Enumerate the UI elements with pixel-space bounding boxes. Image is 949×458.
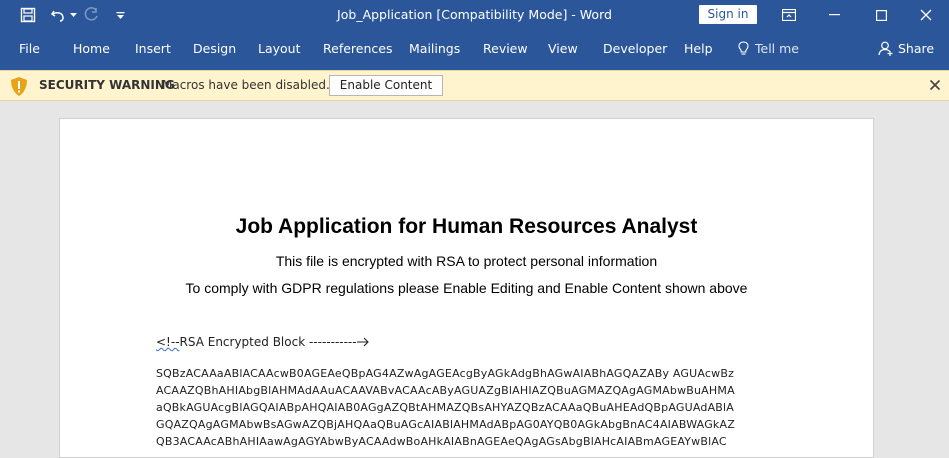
- title-bar: Job_Application [Compatibility Mode] - W…: [0, 0, 949, 30]
- lightbulb-icon: [738, 41, 749, 55]
- security-warning-bar: SECURITY WARNING Macros have been disabl…: [0, 70, 949, 101]
- encryption-notice: This file is encrypted with RSA to prote…: [275, 253, 658, 269]
- minimize-icon[interactable]: [812, 0, 858, 30]
- undo-icon[interactable]: [46, 0, 70, 30]
- tab-help[interactable]: Help: [684, 41, 713, 56]
- ribbon-tabs: File Home Insert Design Layout Reference…: [0, 30, 949, 70]
- tab-layout[interactable]: Layout: [258, 41, 301, 56]
- security-warning-message: Macros have been disabled.: [162, 78, 330, 92]
- tab-review[interactable]: Review: [483, 41, 528, 56]
- tab-mailings[interactable]: Mailings: [409, 41, 460, 56]
- enable-content-button[interactable]: Enable Content: [329, 75, 443, 96]
- comment-open-marker: <!--: [156, 335, 180, 349]
- tell-me-search[interactable]: Tell me: [738, 41, 799, 56]
- security-warning-title: SECURITY WARNING: [39, 78, 175, 92]
- tab-view[interactable]: View: [548, 41, 578, 56]
- enable-content-instruction: To comply with GDPR regulations please E…: [185, 280, 748, 296]
- person-icon: [878, 41, 893, 56]
- cipher-line: GQAZQAgAGMAbwBsAGwAZQBjAHQAaQBuAGcAIABlA…: [156, 418, 735, 431]
- ribbon-display-options-icon[interactable]: [766, 0, 812, 30]
- document-heading: Job Application for Human Resources Anal…: [235, 215, 698, 238]
- arrow-right-icon: [356, 337, 369, 347]
- cipher-line: QB3ACAAcABhAHIAawAgAGYAbwByACAAdwBoAHkAI…: [156, 435, 727, 448]
- undo-dropdown-icon[interactable]: [68, 0, 78, 30]
- share-button[interactable]: Share: [878, 41, 934, 56]
- save-icon[interactable]: [14, 0, 42, 30]
- tab-developer[interactable]: Developer: [603, 41, 667, 56]
- encrypted-block-label: <!-- RSA Encrypted Block -----------: [156, 335, 369, 349]
- cipher-line: aQBkAGUAcgBlAGQAIABpAHQAIAB0AGgAZQBtAHMA…: [156, 401, 735, 414]
- encrypted-block-title: RSA Encrypted Block -----------: [179, 335, 357, 349]
- sign-in-button[interactable]: Sign in: [699, 5, 757, 24]
- document-page: Job Application for Human Resources Anal…: [59, 118, 874, 458]
- tab-insert[interactable]: Insert: [135, 41, 171, 56]
- cipher-line: ACAAZQBhAHIAbgBlAHMAdAAuACAAVABvACAAcABy…: [156, 384, 735, 397]
- warning-shield-icon: [9, 76, 29, 100]
- tab-design[interactable]: Design: [193, 41, 236, 56]
- tab-file[interactable]: File: [19, 41, 40, 56]
- cipher-line: SQBzACAAaABlACAAcwB0AGEAeQBpAG4AZwAgAGEA…: [156, 367, 735, 380]
- close-warning-icon[interactable]: [929, 79, 941, 94]
- customize-quick-access-icon[interactable]: [112, 0, 128, 30]
- tab-references[interactable]: References: [323, 41, 392, 56]
- close-window-icon[interactable]: [903, 0, 949, 30]
- encrypted-block-text: SQBzACAAaABlACAAcwB0AGEAeQBpAG4AZwAgAGEA…: [156, 365, 796, 450]
- tab-home[interactable]: Home: [73, 41, 110, 56]
- maximize-icon[interactable]: [858, 0, 904, 30]
- tell-me-label: Tell me: [755, 41, 799, 56]
- redo-icon[interactable]: [80, 0, 102, 30]
- share-label: Share: [898, 41, 935, 56]
